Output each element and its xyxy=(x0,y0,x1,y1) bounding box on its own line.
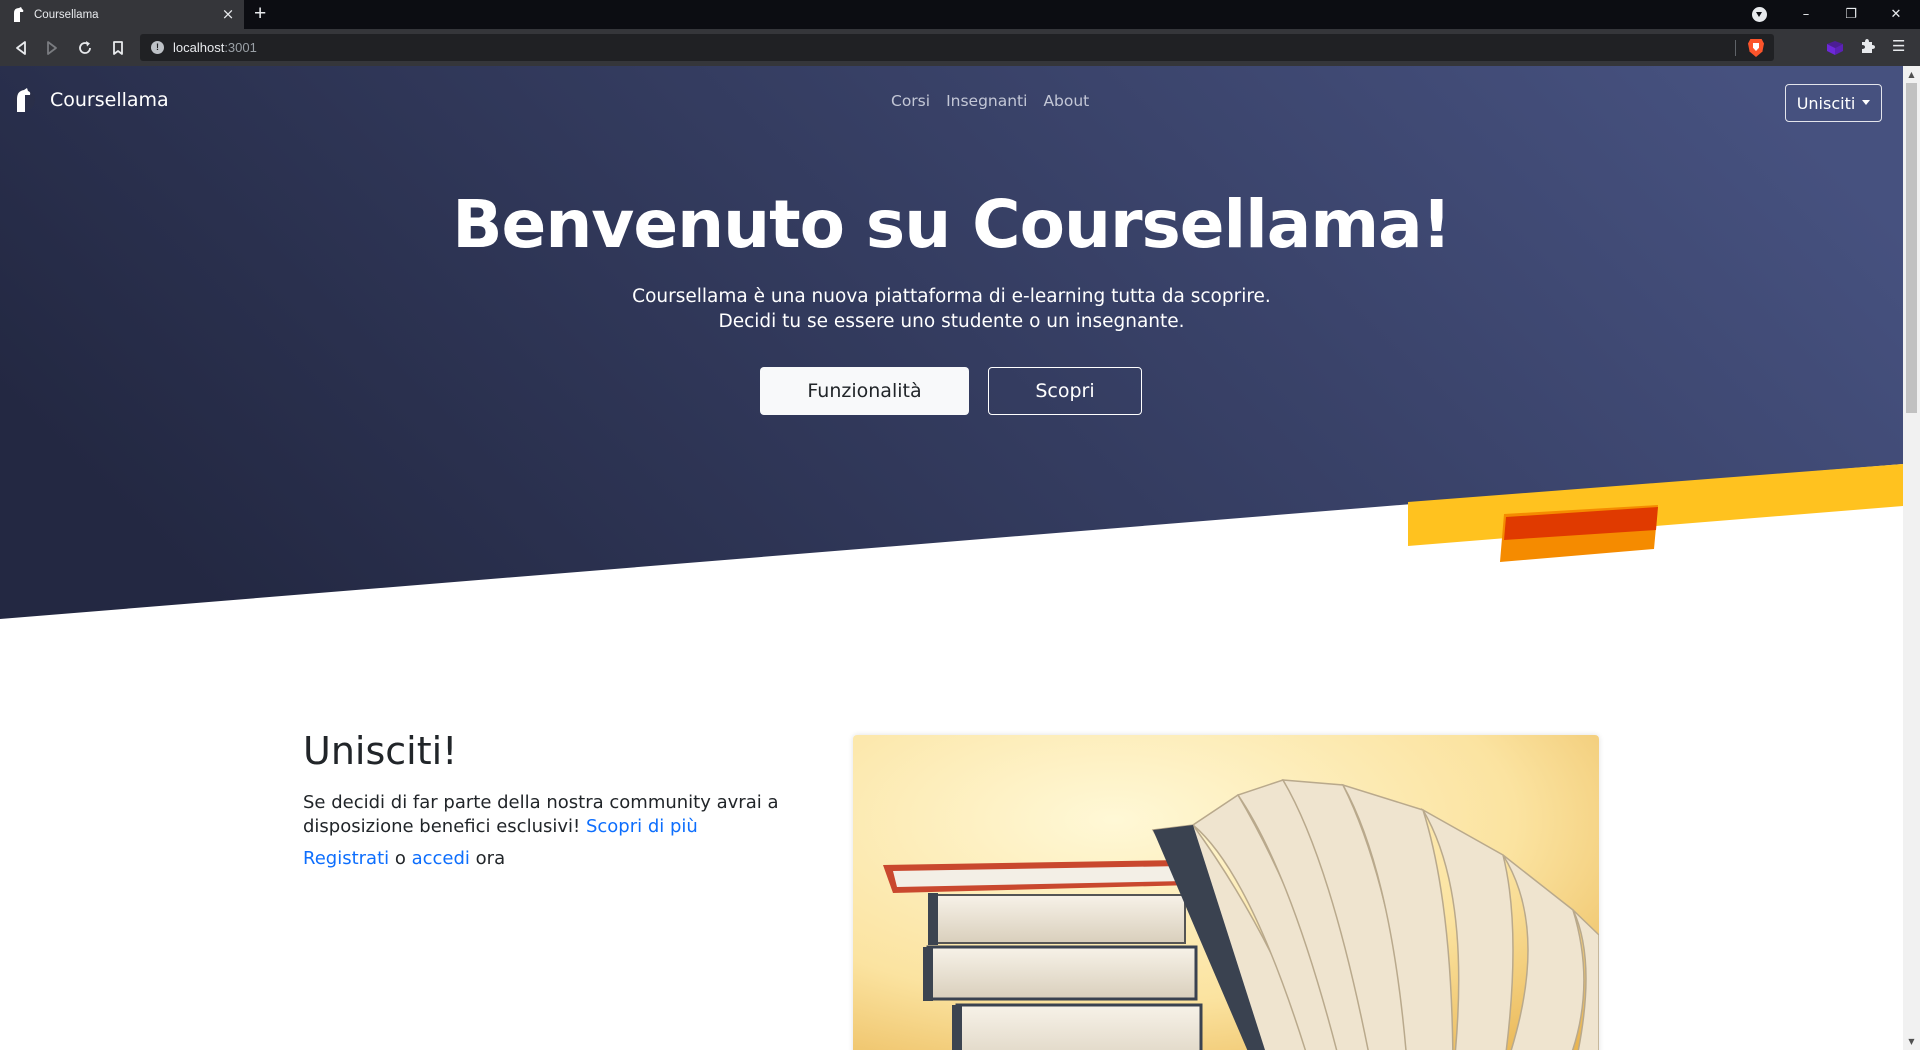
puzzle-icon[interactable] xyxy=(1859,38,1875,54)
tab-title: Coursellama xyxy=(34,8,99,21)
page-scrollbar[interactable]: ▲ ▼ xyxy=(1903,66,1920,1050)
brand-name: Coursellama xyxy=(50,89,169,111)
or-text: o xyxy=(394,848,406,869)
nav-links: Corsi Insegnanti About xyxy=(891,92,1105,110)
llama-logo-icon xyxy=(13,88,35,112)
join-section-text: Se decidi di far parte della nostra comm… xyxy=(303,791,803,839)
forward-icon[interactable] xyxy=(41,37,63,59)
back-icon[interactable] xyxy=(10,37,32,59)
scroll-down-arrow-icon[interactable]: ▼ xyxy=(1903,1033,1920,1050)
join-dropdown-button[interactable]: Unisciti xyxy=(1785,84,1882,122)
site-navbar: Coursellama Corsi Insegnanti About Unisc… xyxy=(0,66,1903,138)
hero-background xyxy=(0,66,1903,619)
extension-icon[interactable] xyxy=(1825,38,1845,58)
books-image xyxy=(853,735,1599,1050)
now-text: ora xyxy=(475,848,506,869)
scrollbar-thumb[interactable] xyxy=(1906,83,1917,413)
nav-link-insegnanti[interactable]: Insegnanti xyxy=(946,92,1027,110)
address-url[interactable]: localhost:3001 xyxy=(173,40,257,55)
join-dropdown-label: Unisciti xyxy=(1796,93,1856,113)
bookmark-icon[interactable] xyxy=(107,37,129,59)
address-bar[interactable]: ! localhost:3001 xyxy=(140,34,1774,61)
browser-tab[interactable]: Coursellama × xyxy=(0,0,244,29)
llama-logo-icon xyxy=(14,7,24,22)
address-divider xyxy=(1735,40,1736,56)
info-icon[interactable]: ! xyxy=(151,41,164,54)
hero-subtitle-line-1: Coursellama è una nuova piattaforma di e… xyxy=(632,286,1271,307)
learn-more-link[interactable]: Scopri di più xyxy=(586,816,698,837)
browser-toolbar: ! localhost:3001 4 ☰ xyxy=(0,29,1920,89)
brand-link[interactable]: Coursellama xyxy=(12,87,169,113)
brave-shield-icon[interactable] xyxy=(1748,39,1764,57)
join-description: Se decidi di far parte della nostra comm… xyxy=(303,792,779,837)
restore-button[interactable]: ❐ xyxy=(1829,0,1873,29)
auth-links: Registrati o accedi ora xyxy=(303,847,505,871)
browser-tab-strip: Coursellama × + – ❐ ✕ xyxy=(0,0,1920,29)
tab-close-icon[interactable]: × xyxy=(218,7,238,22)
discover-button[interactable]: Scopri xyxy=(988,367,1142,415)
hero-subtitle-line-2: Decidi tu se essere uno studente o un in… xyxy=(718,311,1185,332)
nav-link-corsi[interactable]: Corsi xyxy=(891,92,930,110)
minimize-button[interactable]: – xyxy=(1784,0,1828,29)
scroll-up-arrow-icon[interactable]: ▲ xyxy=(1903,66,1920,83)
hero-title: Benvenuto su Coursellama! xyxy=(452,186,1451,263)
close-window-button[interactable]: ✕ xyxy=(1874,0,1918,29)
profile-icon[interactable] xyxy=(1752,7,1767,22)
page-viewport: Coursellama Corsi Insegnanti About Unisc… xyxy=(0,66,1903,1050)
hero-subtitle: Coursellama è una nuova piattaforma di e… xyxy=(0,284,1903,334)
nav-link-about[interactable]: About xyxy=(1043,92,1089,110)
login-link[interactable]: accedi xyxy=(412,848,470,869)
join-section-title: Unisciti! xyxy=(303,729,458,773)
caret-down-icon xyxy=(1862,99,1871,105)
register-link[interactable]: Registrati xyxy=(303,848,389,869)
new-tab-button[interactable]: + xyxy=(254,3,266,25)
features-button[interactable]: Funzionalità xyxy=(760,367,969,415)
menu-icon[interactable]: ☰ xyxy=(1892,38,1905,54)
reload-icon[interactable] xyxy=(74,37,96,59)
